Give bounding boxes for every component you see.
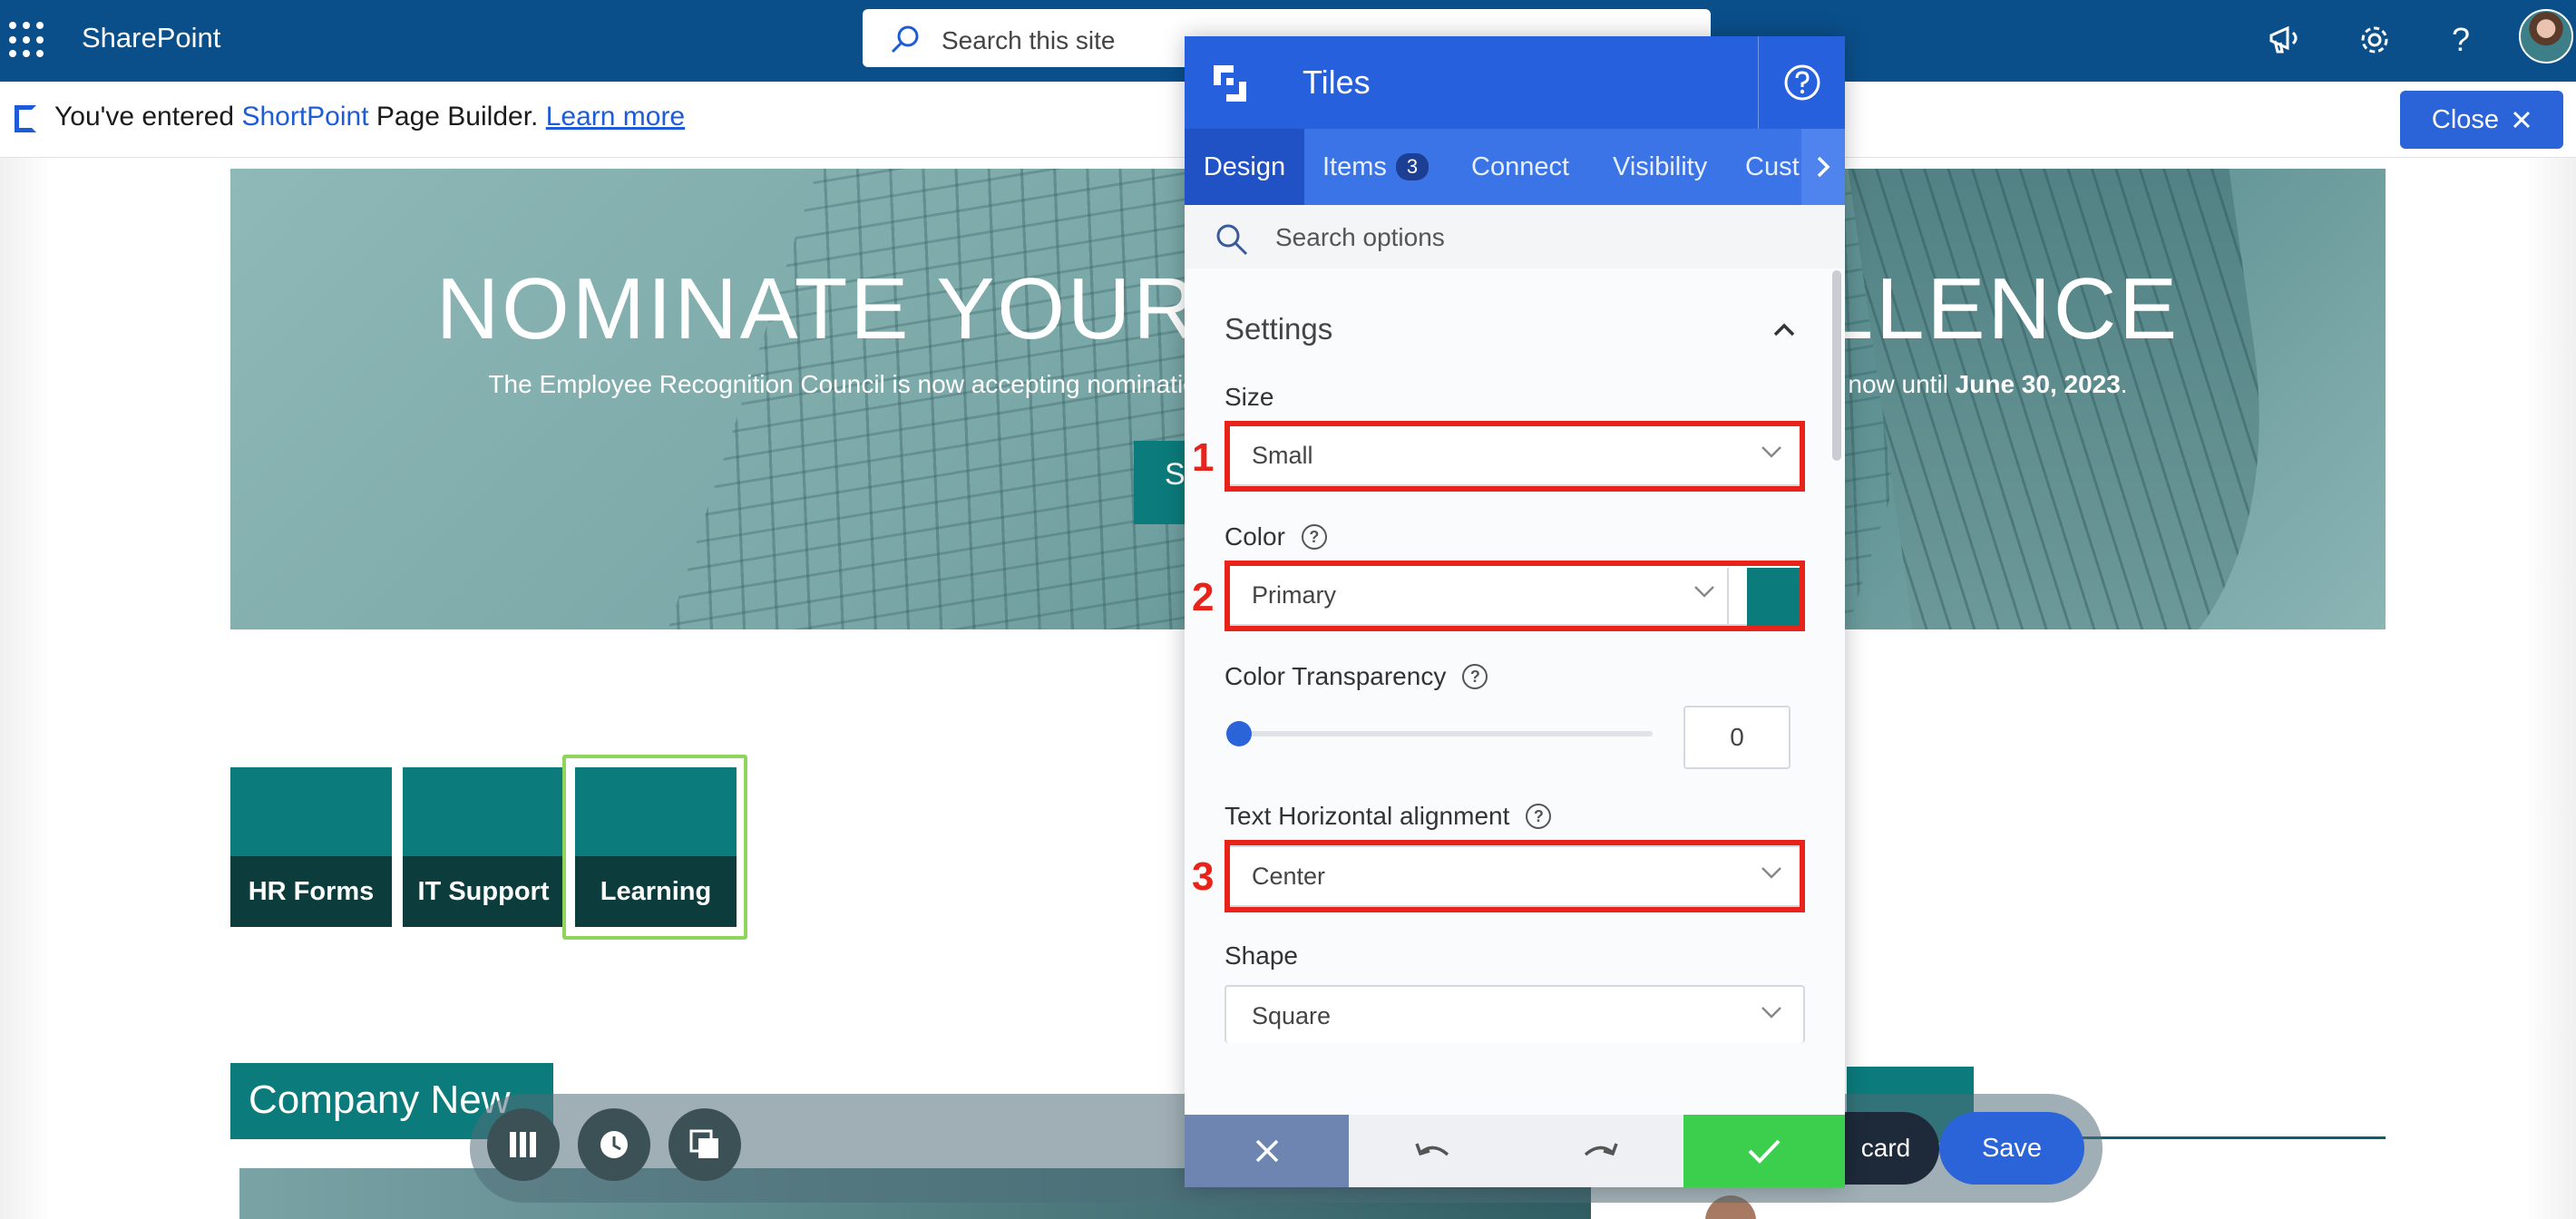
layers-button[interactable] (668, 1108, 741, 1181)
tab-visibility[interactable]: Visibility (1613, 129, 1707, 205)
undo-button[interactable] (1349, 1115, 1517, 1187)
learn-more-link[interactable]: Learn more (546, 102, 685, 132)
search-icon (1216, 224, 1248, 256)
settings-section-title[interactable]: Settings (1225, 312, 1332, 346)
clock-icon (600, 1131, 628, 1158)
transparency-slider-handle[interactable] (1226, 721, 1252, 746)
color-label: Color? (1225, 522, 1327, 551)
hero-subtitle-end: . (2120, 370, 2128, 398)
panel-help-button[interactable] (1758, 36, 1845, 129)
hero-subtitle-date: June 30, 2023 (1955, 370, 2121, 398)
panel-scrollbar[interactable] (1832, 270, 1841, 461)
banner-message: You've entered ShortPoint Page Builder. … (54, 102, 685, 132)
columns-button[interactable] (487, 1108, 560, 1181)
shape-label: Shape (1225, 941, 1298, 970)
tab-connect[interactable]: Connect (1471, 129, 1569, 205)
size-label-text: Size (1225, 383, 1274, 411)
shape-select[interactable]: Square (1225, 985, 1805, 1043)
hero-tower-image (1840, 169, 2303, 629)
close-builder-button[interactable]: Close (2400, 91, 2563, 149)
search-input[interactable]: Search this site (942, 26, 1115, 55)
shape-label-text: Shape (1225, 941, 1298, 970)
tabs-scroll-right-button[interactable] (1801, 129, 1845, 205)
chevron-right-icon (1817, 156, 1830, 178)
help-icon[interactable]: ? (1462, 664, 1488, 689)
cancel-button[interactable] (1185, 1115, 1349, 1187)
right-section-divider (2068, 1136, 2386, 1139)
undo-icon (1414, 1143, 1449, 1156)
layers-icon (689, 1129, 718, 1158)
shortpoint-logo-icon (1214, 65, 1246, 102)
hero-title-left: NOMINATE YOUR (435, 260, 1199, 357)
panel-footer (1185, 1115, 1845, 1187)
help-icon[interactable]: ? (1301, 524, 1327, 550)
annotation-box-2 (1225, 561, 1805, 631)
save-button[interactable]: Save (1939, 1112, 2084, 1185)
annotation-number-3: 3 (1192, 854, 1215, 899)
app-name[interactable]: SharePoint (82, 22, 220, 54)
size-label: Size (1225, 383, 1273, 412)
close-icon (1255, 1139, 1278, 1163)
canvas-gutter-right (2522, 158, 2576, 1219)
avatar[interactable] (2519, 9, 2573, 63)
redo-icon (1584, 1143, 1618, 1156)
annotation-box-3 (1225, 840, 1805, 912)
panel-header: Tiles (1185, 36, 1845, 129)
transparency-label: Color Transparency? (1225, 662, 1488, 691)
annotation-number-2: 2 (1192, 575, 1215, 619)
hero-cta-button[interactable]: S (1134, 441, 1188, 524)
help-icon (1784, 64, 1820, 101)
banner-suffix: Page Builder. (368, 102, 546, 132)
banner-prefix: You've entered (54, 102, 242, 132)
help-icon[interactable]: ? (1526, 804, 1552, 829)
chevron-down-icon (1761, 1007, 1781, 1019)
tile-selection-outline (562, 755, 747, 940)
columns-icon (510, 1132, 536, 1157)
discard-button[interactable]: card (1832, 1112, 1939, 1185)
tab-items[interactable]: Items 3 (1322, 129, 1429, 205)
gear-icon[interactable] (2353, 18, 2396, 62)
shape-value: Square (1252, 1002, 1332, 1029)
hero-subtitle-left: The Employee Recognition Council is now … (488, 370, 1253, 398)
hero-title-right: LLENCE (1824, 260, 2181, 357)
alignment-label-text: Text Horizontal alignment (1225, 802, 1510, 830)
close-label: Close (2431, 104, 2500, 134)
tab-design[interactable]: Design (1185, 129, 1304, 205)
color-label-text: Color (1225, 522, 1285, 551)
transparency-label-text: Color Transparency (1225, 662, 1447, 690)
annotation-number-1: 1 (1192, 435, 1215, 480)
alignment-label: Text Horizontal alignment? (1225, 802, 1552, 831)
tile-hr-forms[interactable]: HR Forms (230, 767, 392, 927)
tab-custom[interactable]: Cust (1745, 129, 1800, 205)
panel-tabs: Design Items 3 Connect Visibility Cust (1185, 129, 1845, 205)
search-icon (891, 25, 919, 54)
chevron-up-icon[interactable] (1772, 323, 1796, 337)
tile-it-support[interactable]: IT Support (403, 767, 564, 927)
transparency-input[interactable]: 0 (1683, 706, 1791, 769)
items-count-badge: 3 (1395, 153, 1429, 180)
tile-label: IT Support (403, 856, 564, 927)
tab-items-label: Items (1322, 151, 1387, 181)
close-icon (2513, 111, 2531, 129)
annotation-box-1 (1225, 421, 1805, 492)
options-search-input[interactable]: Search options (1275, 223, 1445, 252)
waffle-icon[interactable] (9, 22, 45, 58)
checkmark-icon (1748, 1139, 1781, 1164)
canvas-gutter-left (0, 158, 54, 1219)
megaphone-icon[interactable] (2264, 18, 2308, 62)
transparency-slider-track[interactable] (1239, 731, 1653, 736)
tile-label: HR Forms (230, 856, 392, 927)
redo-button[interactable] (1517, 1115, 1683, 1187)
confirm-button[interactable] (1683, 1115, 1845, 1187)
banner-brand: ShortPoint (241, 102, 369, 132)
shortpoint-logo-icon (15, 105, 36, 132)
panel-title: Tiles (1303, 63, 1371, 101)
history-button[interactable] (578, 1108, 650, 1181)
help-icon[interactable]: ? (2439, 18, 2483, 62)
